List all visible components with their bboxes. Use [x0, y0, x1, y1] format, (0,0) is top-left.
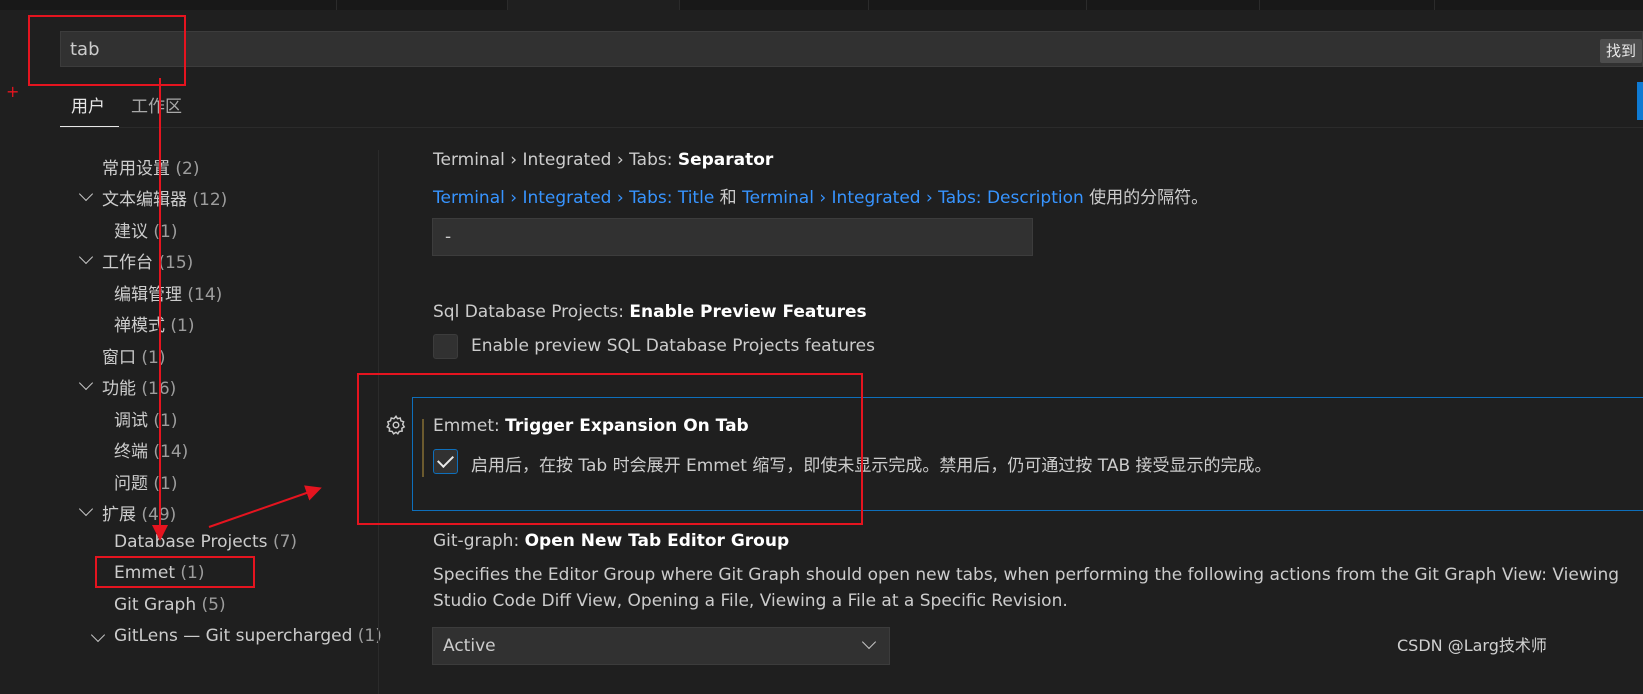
watermark-text: CSDN @Larg技术师 [1397, 636, 1547, 655]
annotation-arrow-right [208, 485, 322, 528]
annotation-arrows [152, 78, 322, 541]
